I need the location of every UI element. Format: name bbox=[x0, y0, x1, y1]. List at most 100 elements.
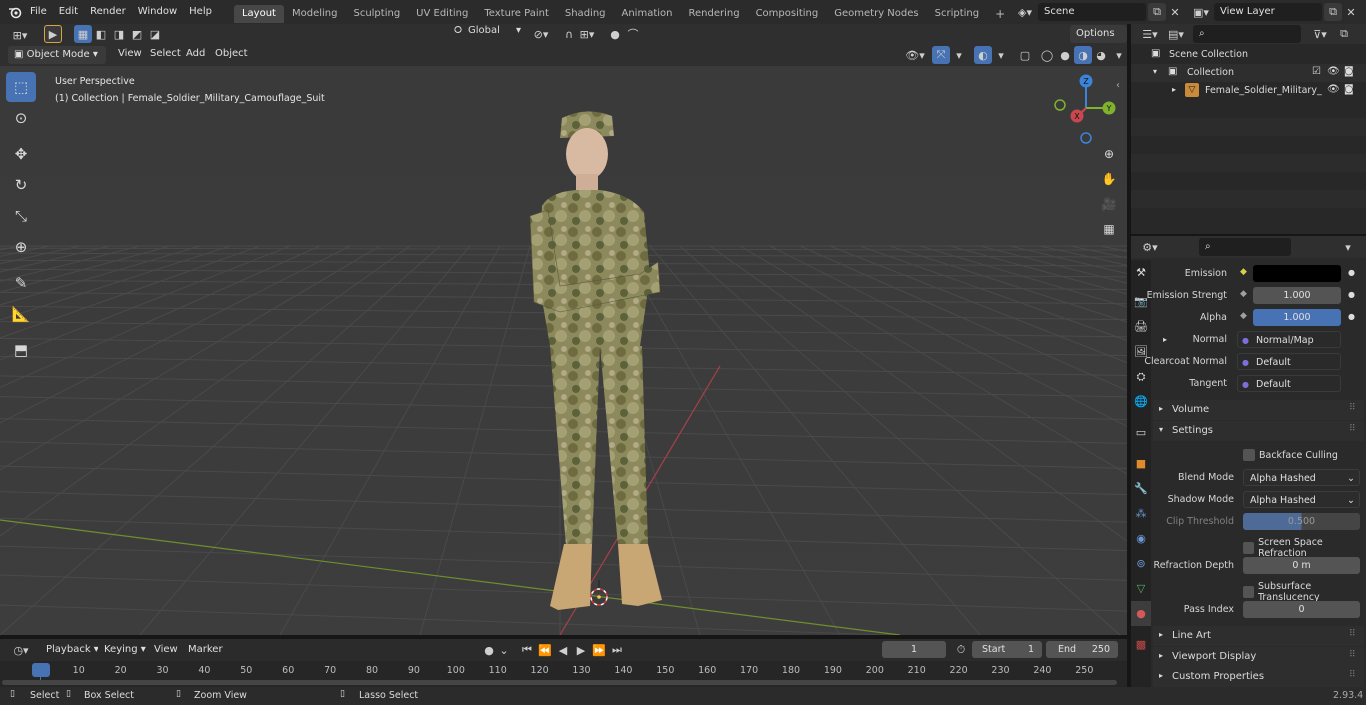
tab-layout[interactable]: Layout bbox=[233, 4, 284, 23]
world-tab-icon[interactable]: 🌐 bbox=[1131, 389, 1151, 414]
gizmo-toggle-icon[interactable]: ⤧ bbox=[932, 46, 950, 64]
start-frame-field[interactable]: Start 1 bbox=[972, 641, 1042, 658]
outliner-editor-icon[interactable]: ☰▾ bbox=[1137, 25, 1163, 43]
menu-render[interactable]: Render bbox=[84, 0, 132, 24]
clip-threshold-slider[interactable]: 0.500 bbox=[1243, 513, 1360, 530]
shading-wireframe-icon[interactable]: ◯ bbox=[1038, 46, 1056, 64]
expand-chevron-icon[interactable]: ▾ bbox=[1153, 67, 1157, 76]
transform-orientation[interactable]: ⭘ Global ▾ bbox=[454, 25, 521, 36]
delete-view-layer-icon[interactable]: ✕ bbox=[1342, 3, 1360, 21]
snap-target-icon[interactable]: ⊞▾ bbox=[578, 25, 596, 43]
shading-rendered-icon[interactable]: ◕ bbox=[1092, 46, 1110, 64]
exclude-checkbox-icon[interactable]: ☑ bbox=[1312, 66, 1321, 77]
tab-rendering[interactable]: Rendering bbox=[680, 5, 747, 23]
shading-solid-icon[interactable]: ● bbox=[1056, 46, 1074, 64]
select-box-tool-icon[interactable]: ⬚ bbox=[6, 72, 36, 102]
scale-tool-icon[interactable]: ⤡ bbox=[6, 201, 36, 231]
shading-dropdown-icon[interactable]: ▾ bbox=[1110, 46, 1128, 64]
custom-properties-section-header[interactable]: ▸ Custom Properties ⠿ bbox=[1153, 667, 1364, 687]
select-intersect-icon[interactable]: ◪ bbox=[146, 25, 164, 43]
menu-window[interactable]: Window bbox=[132, 0, 183, 24]
timeline-track[interactable]: 1102030405060708090100110120130140150160… bbox=[0, 661, 1127, 687]
alpha-slider[interactable]: 1.000 bbox=[1253, 309, 1341, 326]
screen-space-refraction-checkbox[interactable]: Screen Space Refraction bbox=[1243, 537, 1366, 559]
new-view-layer-icon[interactable]: ⧉ bbox=[1324, 3, 1342, 21]
measure-tool-icon[interactable]: 📐 bbox=[6, 299, 36, 329]
menu-help[interactable]: Help bbox=[183, 0, 218, 24]
drag-handle-icon[interactable]: ⠿ bbox=[1349, 650, 1356, 660]
sidebar-toggle-icon[interactable]: ‹ bbox=[1116, 80, 1120, 91]
proportional-edit-icon[interactable]: ● bbox=[606, 25, 624, 43]
outliner-row-scene-collection[interactable]: ▣ Scene Collection bbox=[1131, 46, 1366, 64]
display-mode-icon[interactable]: ▤▾ bbox=[1163, 25, 1189, 43]
menu-file[interactable]: File bbox=[24, 0, 53, 24]
cursor-tool-icon[interactable]: ▶ bbox=[44, 25, 62, 43]
timeline-scrollbar[interactable] bbox=[2, 680, 1117, 685]
keyframe-dot-icon[interactable]: ● bbox=[1348, 290, 1355, 299]
backface-culling-checkbox[interactable]: Backface Culling bbox=[1243, 449, 1338, 461]
tab-modeling[interactable]: Modeling bbox=[284, 5, 346, 23]
select-extend-icon[interactable]: ◧ bbox=[92, 25, 110, 43]
select-new-icon[interactable]: ▦ bbox=[74, 25, 92, 43]
tab-animation[interactable]: Animation bbox=[614, 5, 681, 23]
tab-shading[interactable]: Shading bbox=[557, 5, 614, 23]
texture-tab-icon[interactable]: ▩ bbox=[1131, 632, 1151, 657]
prev-keyframe-icon[interactable]: ⏪ bbox=[536, 641, 554, 659]
xray-icon[interactable]: ▢ bbox=[1016, 46, 1034, 64]
expand-chevron-icon[interactable]: ▸ bbox=[1172, 85, 1176, 94]
3d-cursor-icon[interactable] bbox=[584, 580, 614, 610]
current-frame-field[interactable]: 1 bbox=[882, 641, 946, 658]
delete-scene-icon[interactable]: ✕ bbox=[1166, 3, 1184, 21]
scene-icon[interactable]: ◈▾ bbox=[1012, 3, 1038, 21]
add-workspace-button[interactable]: + bbox=[987, 5, 1013, 23]
proportional-falloff-icon[interactable]: ⌒ bbox=[624, 25, 642, 43]
editor-type-icon[interactable]: ⊞▾ bbox=[6, 26, 34, 44]
hide-eye-icon[interactable]: 👁 bbox=[1327, 84, 1340, 95]
pivot-icon[interactable]: ⊘▾ bbox=[532, 25, 550, 43]
outliner-row-collection[interactable]: ▾ ▣ Collection ☑ 👁 ◙ bbox=[1131, 64, 1366, 82]
timeline-marker-menu[interactable]: Marker bbox=[182, 639, 229, 661]
end-frame-field[interactable]: End 250 bbox=[1046, 641, 1118, 658]
cursor-tool-icon[interactable]: ⊙ bbox=[6, 103, 36, 133]
play-icon[interactable]: ▶ bbox=[572, 641, 590, 659]
blender-logo-icon[interactable] bbox=[6, 3, 24, 21]
ortho-toggle-icon[interactable]: ▦ bbox=[1098, 217, 1120, 241]
view-layer-icon[interactable]: ▣▾ bbox=[1188, 3, 1214, 21]
select-subtract-icon[interactable]: ◨ bbox=[110, 25, 128, 43]
shading-material-icon[interactable]: ◑ bbox=[1074, 46, 1092, 64]
drag-handle-icon[interactable]: ⠿ bbox=[1349, 670, 1356, 680]
move-tool-icon[interactable]: ✥ bbox=[6, 139, 36, 169]
overlay-dropdown-icon[interactable]: ▾ bbox=[992, 46, 1010, 64]
tab-sculpting[interactable]: Sculpting bbox=[345, 5, 408, 23]
new-scene-icon[interactable]: ⧉ bbox=[1148, 3, 1166, 21]
volume-section-header[interactable]: ▸ Volume ⠿ bbox=[1153, 400, 1364, 420]
transform-tool-icon[interactable]: ⊕ bbox=[6, 232, 36, 262]
menu-object[interactable]: Object bbox=[209, 43, 254, 65]
annotate-tool-icon[interactable]: ✎ bbox=[6, 268, 36, 298]
normal-link-field[interactable]: ● Normal/Map bbox=[1237, 331, 1341, 348]
next-keyframe-icon[interactable]: ⏩ bbox=[590, 641, 608, 659]
select-invert-icon[interactable]: ◩ bbox=[128, 25, 146, 43]
properties-options-icon[interactable]: ▾ bbox=[1339, 238, 1357, 256]
outliner-row-object[interactable]: ▸ ▽ Female_Soldier_Military_ 👁 ◙ bbox=[1131, 82, 1366, 100]
clearcoat-normal-field[interactable]: ● Default bbox=[1237, 353, 1341, 370]
hide-eye-icon[interactable]: 👁 bbox=[1327, 66, 1340, 77]
menu-edit[interactable]: Edit bbox=[53, 0, 84, 24]
shadow-mode-dropdown[interactable]: Alpha Hashed ⌄ bbox=[1243, 491, 1360, 508]
keyframe-dot-icon[interactable]: ● bbox=[1348, 268, 1355, 277]
collection-tab-icon[interactable]: ▭ bbox=[1131, 420, 1151, 445]
timeline-editor-icon[interactable]: ◷▾ bbox=[8, 641, 34, 659]
pass-index-field[interactable]: 0 bbox=[1243, 601, 1360, 618]
subsurface-translucency-checkbox[interactable]: Subsurface Translucency bbox=[1243, 581, 1366, 603]
record-icon[interactable]: ● bbox=[480, 641, 498, 659]
emission-strength-field[interactable]: 1.000 bbox=[1253, 287, 1341, 304]
drag-handle-icon[interactable]: ⠿ bbox=[1349, 629, 1356, 639]
visibility-icon[interactable]: 👁▾ bbox=[902, 46, 928, 64]
drag-handle-icon[interactable]: ⠿ bbox=[1349, 424, 1356, 434]
tab-geometry-nodes[interactable]: Geometry Nodes bbox=[826, 5, 926, 23]
jump-end-icon[interactable]: ⏭ bbox=[608, 641, 626, 659]
overlay-toggle-icon[interactable]: ◐ bbox=[974, 46, 992, 64]
tab-uv-editing[interactable]: UV Editing bbox=[408, 5, 476, 23]
render-camera-icon[interactable]: ◙ bbox=[1344, 84, 1354, 95]
keying-menu[interactable]: Keying ▾ bbox=[98, 641, 152, 659]
